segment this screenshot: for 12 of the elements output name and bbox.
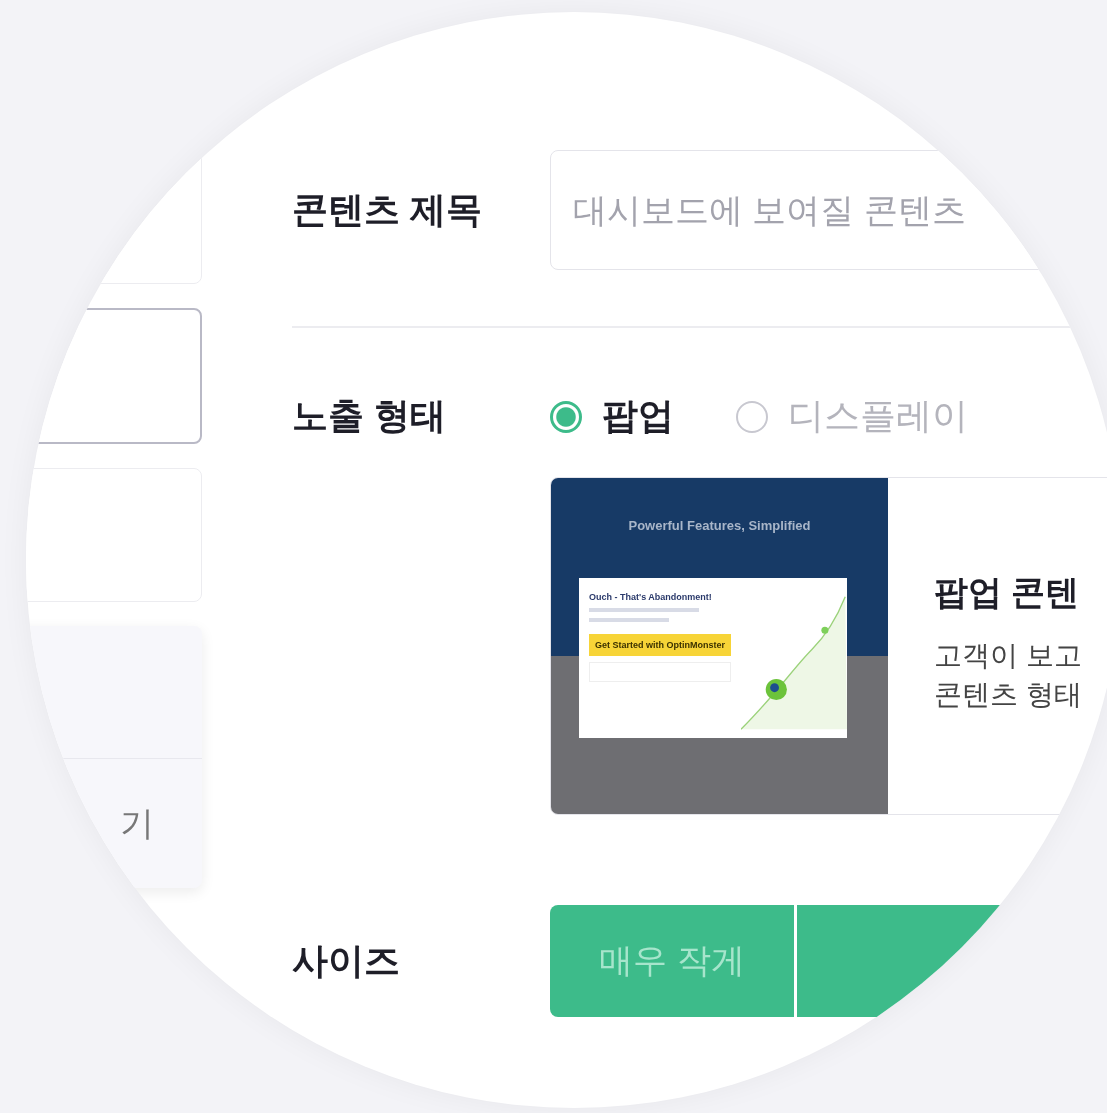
preview-description: 고객이 보고 bbox=[934, 639, 1082, 673]
field-label: 콘텐츠 제목 bbox=[292, 187, 483, 232]
radio-label[interactable]: 팝업 bbox=[602, 392, 674, 441]
field-label: 사이즈 bbox=[292, 938, 401, 983]
popup-title: Ouch - That's Abandonment! bbox=[589, 592, 713, 602]
screenshot-headline: Powerful Features, Simplified bbox=[628, 518, 811, 533]
field-label: 노출 형태 bbox=[292, 394, 447, 438]
panel-item-text[interactable]: 기 bbox=[120, 800, 154, 847]
preview-title: 팝업 콘텐 bbox=[934, 572, 1081, 613]
radio-button[interactable] bbox=[550, 400, 582, 433]
radio-button[interactable] bbox=[736, 400, 768, 433]
preview-description: 콘텐츠 형태 bbox=[934, 678, 1082, 713]
